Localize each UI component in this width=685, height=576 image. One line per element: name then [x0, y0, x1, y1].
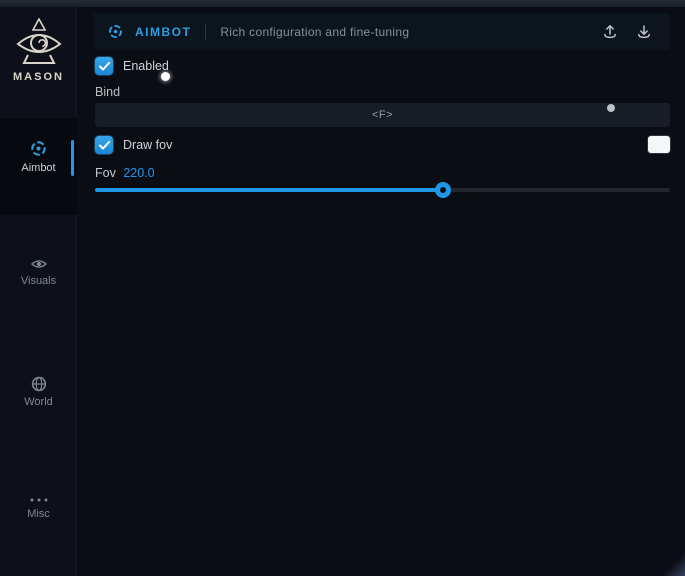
- fov-slider[interactable]: [95, 186, 670, 194]
- mouse-cursor-dot: [161, 72, 170, 81]
- sidebar-item-misc[interactable]: Misc: [0, 496, 77, 520]
- draw-fov-checkbox[interactable]: [95, 136, 113, 154]
- upload-config-button[interactable]: [598, 20, 622, 44]
- fov-label: Fov: [95, 166, 116, 180]
- sidebar-item-visuals[interactable]: Visuals: [0, 257, 77, 287]
- sidebar-item-label: Misc: [0, 508, 77, 520]
- globe-icon: [0, 376, 77, 392]
- fov-value: 220.0: [123, 166, 154, 180]
- sidebar-item-label: Visuals: [0, 275, 77, 287]
- corner-glow: [655, 552, 685, 576]
- section-title: AIMBOT: [135, 25, 191, 39]
- enabled-label: Enabled: [123, 59, 169, 73]
- eye-pyramid-icon: [0, 18, 77, 68]
- check-icon: [99, 62, 110, 71]
- download-icon: [636, 24, 652, 40]
- bind-key-field[interactable]: <F>: [95, 103, 670, 127]
- section-header: AIMBOT Rich configuration and fine-tunin…: [93, 13, 670, 50]
- sidebar-item-world[interactable]: World: [0, 376, 77, 408]
- main-content: AIMBOT Rich configuration and fine-tunin…: [77, 0, 685, 576]
- bind-label: Bind: [95, 85, 120, 99]
- sidebar-item-label: World: [0, 396, 77, 408]
- bind-key-value: <F>: [372, 109, 393, 121]
- crosshair-icon: [107, 23, 124, 40]
- drag-cursor-dot: [607, 104, 615, 112]
- enabled-checkbox[interactable]: [95, 57, 113, 75]
- check-icon: [99, 141, 110, 150]
- app-name: MASON: [0, 71, 77, 83]
- fov-slider-thumb[interactable]: [435, 182, 451, 198]
- crosshair-icon: [0, 139, 77, 158]
- section-subtitle: Rich configuration and fine-tuning: [220, 25, 409, 39]
- window-top-strip: [0, 0, 685, 7]
- upload-icon: [602, 24, 618, 40]
- app-logo: MASON: [0, 18, 77, 83]
- ellipsis-icon: [0, 496, 77, 504]
- fov-value-line: Fov 220.0: [95, 166, 155, 180]
- draw-fov-label: Draw fov: [123, 138, 172, 152]
- download-config-button[interactable]: [632, 20, 656, 44]
- fov-slider-fill: [95, 188, 443, 192]
- header-divider: [205, 24, 206, 40]
- fov-color-swatch[interactable]: [648, 136, 670, 153]
- sidebar: MASON Aimbot Visuals Worl: [0, 0, 77, 576]
- sidebar-item-label: Aimbot: [0, 162, 77, 174]
- eye-icon: [0, 257, 77, 271]
- sidebar-item-aimbot[interactable]: Aimbot: [0, 139, 77, 174]
